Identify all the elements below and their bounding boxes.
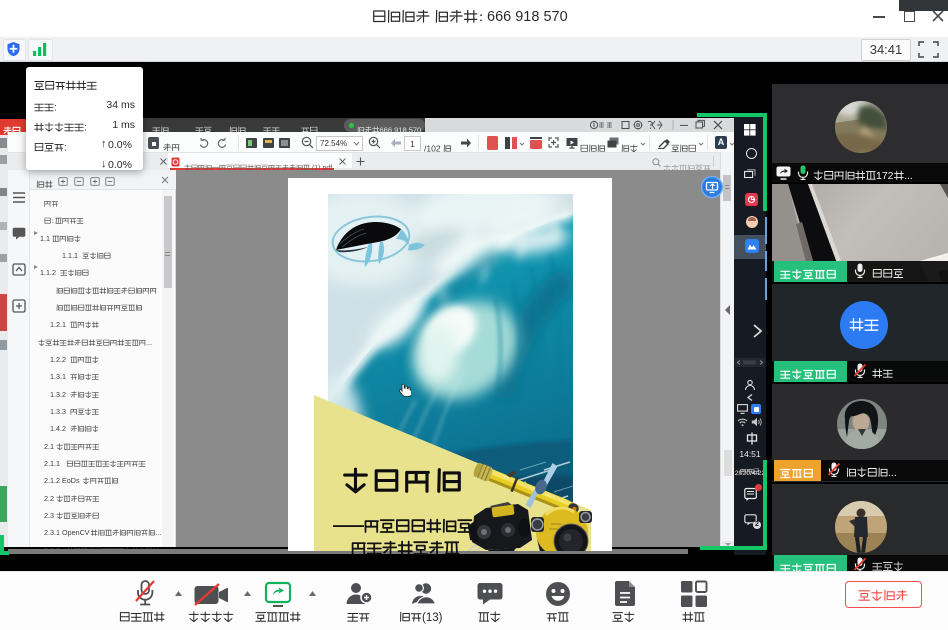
svg-text:...: ... <box>155 528 161 537</box>
svg-text::: : <box>84 123 87 134</box>
svg-text:1.1.1: 1.1.1 <box>62 251 78 260</box>
svg-text:2.1.2 EoDs: 2.1.2 EoDs <box>44 476 80 485</box>
svg-text:(13): (13) <box>422 612 443 624</box>
svg-text:/102: /102 <box>424 143 441 153</box>
svg-text::: : <box>64 143 67 154</box>
svg-text:1.2.1: 1.2.1 <box>50 320 66 329</box>
svg-text:2.1: 2.1 <box>44 442 54 451</box>
svg-text:...: ... <box>146 338 152 347</box>
svg-text:1.3.3: 1.3.3 <box>50 407 66 416</box>
svg-text:2.1.1: 2.1.1 <box>44 459 60 468</box>
svg-text::: : <box>54 103 57 114</box>
svg-text:...: ... <box>888 467 897 479</box>
svg-text:1.2.2: 1.2.2 <box>50 355 66 364</box>
svg-text:2.3.1 OpenCV: 2.3.1 OpenCV <box>44 528 90 537</box>
svg-text:2.3: 2.3 <box>44 511 54 520</box>
svg-text:1.1: 1.1 <box>40 234 50 243</box>
svg-text:1.3.1: 1.3.1 <box>50 372 66 381</box>
svg-text:172: 172 <box>876 170 894 182</box>
svg-text:1.4.2: 1.4.2 <box>50 424 66 433</box>
svg-text:...: ... <box>904 170 913 182</box>
svg-text:2.2: 2.2 <box>44 494 54 503</box>
svg-text:1.3.2: 1.3.2 <box>50 390 66 399</box>
svg-text:1.1.2: 1.1.2 <box>40 268 56 277</box>
